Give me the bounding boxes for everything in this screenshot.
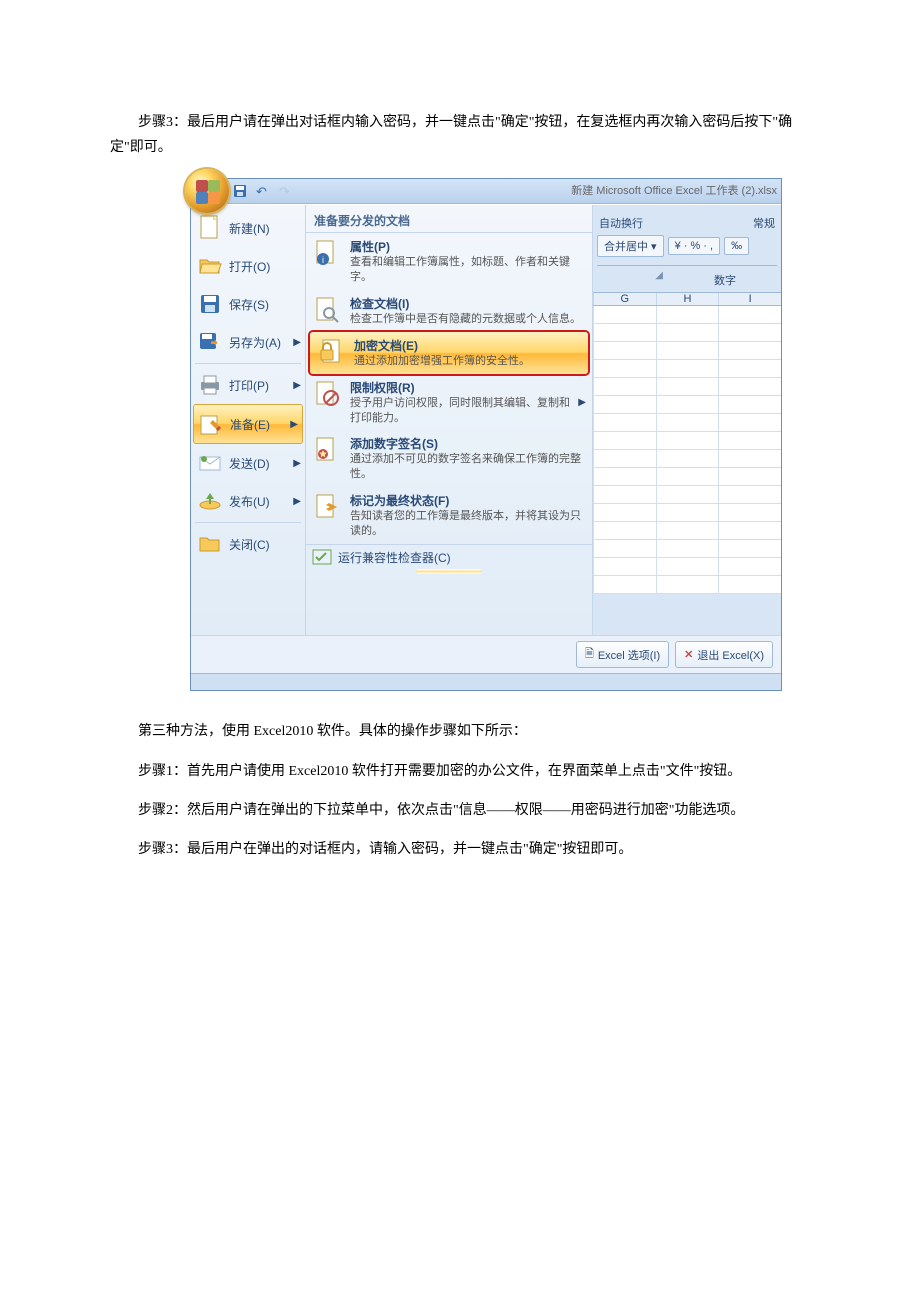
prepare-icon <box>198 411 224 437</box>
quick-access-toolbar[interactable]: ↶ ↷ <box>233 184 293 198</box>
menu-close[interactable]: 关闭(C) <box>191 525 305 563</box>
titlebar: ↶ ↷ 新建 Microsoft Office Excel 工作表 (2).xl… <box>191 179 781 204</box>
chevron-right-icon: ▶ <box>578 397 586 408</box>
chevron-right-icon: ▶ <box>293 380 301 391</box>
properties-icon: i <box>312 238 342 268</box>
decimal-button[interactable]: ‰ <box>724 237 749 255</box>
redo-icon[interactable]: ↷ <box>279 184 293 198</box>
window-title: 新建 Microsoft Office Excel 工作表 (2).xlsx <box>571 182 777 198</box>
office-menu-footer: 🗎 Excel 选项(I) ✕ 退出 Excel(X) <box>191 635 781 673</box>
menu-send[interactable]: 发送(D) ▶ <box>191 444 305 482</box>
encrypt-doc-icon <box>316 337 346 367</box>
step3-paragraph-top: 步骤3：最后用户请在弹出对话框内输入密码，并一键点击"确定"按钮，在复选框内再次… <box>110 110 810 160</box>
mark-final-icon <box>312 492 342 522</box>
menu-open[interactable]: 打开(O) <box>191 247 305 285</box>
step2-paragraph: 步骤2：然后用户请在弹出的下拉菜单中，依次点击"信息——权限——用密码进行加密"… <box>110 798 810 823</box>
merge-center-button[interactable]: 合并居中 ▾ <box>597 235 664 257</box>
menu-print[interactable]: 打印(P) ▶ <box>191 366 305 404</box>
publish-icon <box>197 488 223 514</box>
office-menu-sub: 准备要分发的文档 i 属性(P)查看和编辑工作簿属性，如标题、作者和关键字。 检… <box>306 205 592 635</box>
save-icon <box>197 291 223 317</box>
chevron-right-icon: ▶ <box>293 337 301 348</box>
excel-options-button[interactable]: 🗎 Excel 选项(I) <box>576 641 669 668</box>
options-icon: 🗎 <box>585 645 594 664</box>
menu-save[interactable]: 保存(S) <box>191 285 305 323</box>
step3-paragraph-bottom: 步骤3：最后用户在弹出的对话框内，请输入密码，并一键点击"确定"按钮即可。 <box>110 837 810 862</box>
print-icon <box>197 372 223 398</box>
submenu-header: 准备要分发的文档 <box>306 208 592 233</box>
sub-markfinal[interactable]: 标记为最终状态(F)告知读者您的工作簿是最终版本，并将其设为只读的。 <box>306 487 592 544</box>
number-format-label[interactable]: 常规 <box>753 215 775 231</box>
chevron-right-icon: ▶ <box>290 419 298 430</box>
office-menu-left: 新建(N) 打开(O) 保存(S) 另存为(A) ▶ <box>191 205 306 635</box>
sub-restrict[interactable]: 限制权限(R)授予用户访问权限，同时限制其编辑、复制和打印能力。 ▶ <box>306 374 592 431</box>
currency-button[interactable]: ¥ · % · , <box>668 237 721 255</box>
undo-icon[interactable]: ↶ <box>256 184 270 198</box>
ribbon-group-number: 数字 <box>669 270 781 292</box>
close-folder-icon <box>197 531 223 557</box>
menu-new[interactable]: 新建(N) <box>191 209 305 247</box>
inspect-doc-icon <box>312 295 342 325</box>
wrap-text-button[interactable]: 自动换行 <box>599 215 643 231</box>
grid-column-headers[interactable]: G H I <box>593 292 781 306</box>
save-icon[interactable] <box>233 184 247 198</box>
menu-save-as[interactable]: 另存为(A) ▶ <box>191 323 305 361</box>
submenu-scroll-indicator[interactable] <box>416 569 482 574</box>
excel-screenshot: ↶ ↷ 新建 Microsoft Office Excel 工作表 (2).xl… <box>190 178 810 691</box>
step1-paragraph: 步骤1：首先用户请使用 Excel2010 软件打开需要加密的办公文件，在界面菜… <box>110 759 810 784</box>
open-folder-icon <box>197 253 223 279</box>
compat-icon <box>312 549 332 567</box>
chevron-right-icon: ▶ <box>293 496 301 507</box>
ribbon-remnant: 自动换行 常规 合并居中 ▾ ¥ · % · , ‰ ◢ 数字 G <box>592 205 781 635</box>
sub-compat[interactable]: 运行兼容性检查器(C) <box>306 544 592 569</box>
menu-prepare[interactable]: 准备(E) ▶ <box>193 404 303 444</box>
worksheet-grid[interactable] <box>593 306 781 594</box>
digital-sign-icon <box>312 435 342 465</box>
svg-text:i: i <box>322 255 324 265</box>
method3-paragraph: 第三种方法，使用 Excel2010 软件。具体的操作步骤如下所示： <box>110 719 810 744</box>
dialog-launcher-icon[interactable]: ◢ <box>593 270 669 292</box>
restrict-perm-icon <box>312 379 342 409</box>
exit-excel-button[interactable]: ✕ 退出 Excel(X) <box>675 641 773 668</box>
sub-encrypt[interactable]: 加密文档(E)通过添加加密增强工作簿的安全性。 <box>310 332 588 374</box>
new-doc-icon <box>197 215 223 241</box>
status-bar <box>191 673 781 690</box>
sub-inspect[interactable]: 检查文档(I)检查工作簿中是否有隐藏的元数据或个人信息。 <box>306 290 592 332</box>
menu-publish[interactable]: 发布(U) ▶ <box>191 482 305 520</box>
close-icon: ✕ <box>684 648 693 661</box>
sub-properties[interactable]: i 属性(P)查看和编辑工作簿属性，如标题、作者和关键字。 <box>306 233 592 290</box>
send-icon <box>197 450 223 476</box>
save-as-icon <box>197 329 223 355</box>
sub-sign[interactable]: 添加数字签名(S)通过添加不可见的数字签名来确保工作簿的完整性。 <box>306 430 592 487</box>
chevron-right-icon: ▶ <box>293 458 301 469</box>
